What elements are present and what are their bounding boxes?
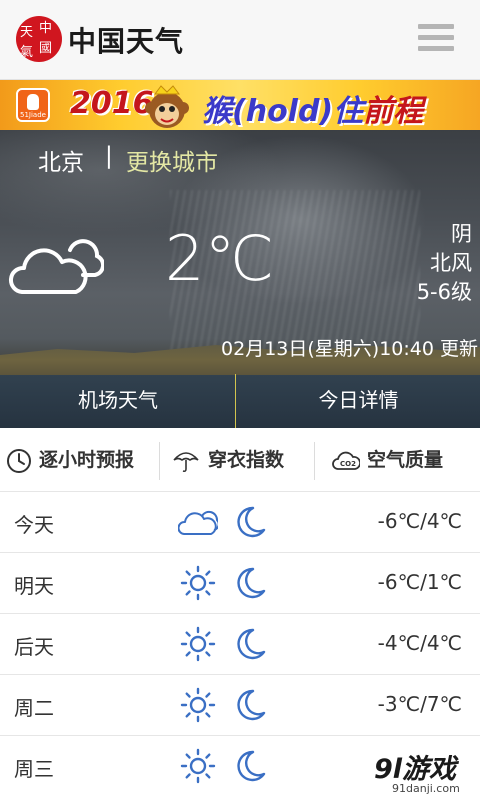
moon-icon [237, 750, 266, 782]
cloudy-icon [178, 510, 218, 535]
hero-tabs: 机场天气 今日详情 [0, 374, 480, 428]
tab-today-detail[interactable]: 今日详情 [237, 374, 480, 428]
wind-direction: 北风 [430, 251, 472, 275]
cloudy-icon [9, 239, 104, 294]
watermark-logo: 9l游戏 [374, 754, 457, 785]
banner-slogan: 猴(hold)住前程 [202, 94, 424, 129]
forecast-row[interactable]: 后天 -4℃/4℃ [0, 614, 480, 675]
app-title: 中国天气 [68, 25, 185, 58]
banner-year: 2016 [70, 86, 154, 121]
current-condition-block: 阴 北风 5-6级 [417, 220, 472, 307]
svg-text:天: 天 [20, 25, 33, 40]
wind-level: 5-6级 [416, 280, 472, 304]
app-header: 天 中 氣 國 中国天气 [0, 0, 480, 80]
svg-text:氣: 氣 [20, 45, 33, 60]
forecast-row[interactable]: 今天 -6℃/4℃ [0, 492, 480, 553]
current-temperature: 2℃ [165, 222, 275, 295]
clock-icon [7, 449, 31, 473]
update-time: 02月13日(星期六)10:40 更新 [221, 338, 478, 360]
promo-banner[interactable]: 51Jiade 2016 猴(hold)住前程 [0, 80, 480, 130]
change-city-link[interactable]: 更换城市 [126, 143, 218, 177]
umbrella-icon [173, 452, 199, 473]
forecast-row[interactable]: 明天 -6℃/1℃ [0, 553, 480, 614]
current-city: 北京 [38, 150, 84, 176]
forecast-range: -3℃/7℃ [377, 692, 462, 716]
tab-airport-weather[interactable]: 机场天气 [0, 374, 236, 428]
sun-icon [180, 626, 216, 662]
china-weather-seal-logo: 天 中 氣 國 [16, 16, 62, 62]
tab-dressing-label: 穿衣指数 [208, 449, 285, 471]
svg-text:中: 中 [39, 21, 52, 36]
moon-icon [237, 628, 266, 660]
tab-air-quality-label: 空气质量 [367, 449, 444, 471]
moon-icon [237, 567, 266, 599]
divider [159, 442, 160, 480]
forecast-day: 周二 [14, 696, 54, 720]
tab-air-quality[interactable]: CO2 空气质量 [332, 440, 472, 480]
tab-hourly-forecast[interactable]: 逐小时预报 [6, 440, 156, 480]
tab-dressing-index[interactable]: 穿衣指数 [172, 440, 312, 480]
sub-tab-bar: 逐小时预报 穿衣指数 CO2 空气质量 [0, 428, 480, 492]
forecast-row[interactable]: 周二 -3℃/7℃ [0, 675, 480, 736]
hamburger-menu-icon[interactable] [418, 24, 454, 54]
moon-icon [237, 689, 266, 721]
hero-tab-divider [235, 374, 236, 428]
app-badge-icon: 51Jiade [16, 88, 50, 122]
forecast-range: -4℃/4℃ [377, 631, 462, 655]
watermark: 9l游戏 91danji.com [324, 744, 480, 800]
forecast-day: 后天 [14, 635, 54, 659]
forecast-day: 今天 [14, 513, 54, 537]
moon-icon [237, 506, 266, 538]
divider [314, 442, 315, 480]
monkey-icon [145, 85, 189, 128]
forecast-day: 周三 [14, 757, 54, 781]
forecast-day: 明天 [14, 574, 54, 598]
sun-icon [180, 748, 216, 784]
co2-cloud-icon: CO2 [332, 451, 360, 470]
forecast-range: -6℃/1℃ [377, 570, 462, 594]
tab-hourly-label: 逐小时预报 [39, 449, 135, 471]
watermark-url: 91danji.com [392, 782, 460, 795]
sun-icon [180, 687, 216, 723]
sun-icon [180, 565, 216, 601]
forecast-range: -6℃/4℃ [377, 509, 462, 533]
svg-text:國: 國 [39, 41, 52, 56]
condition-text: 阴 [451, 222, 472, 246]
svg-text:CO2: CO2 [340, 460, 356, 468]
city-separator: | [105, 143, 113, 169]
